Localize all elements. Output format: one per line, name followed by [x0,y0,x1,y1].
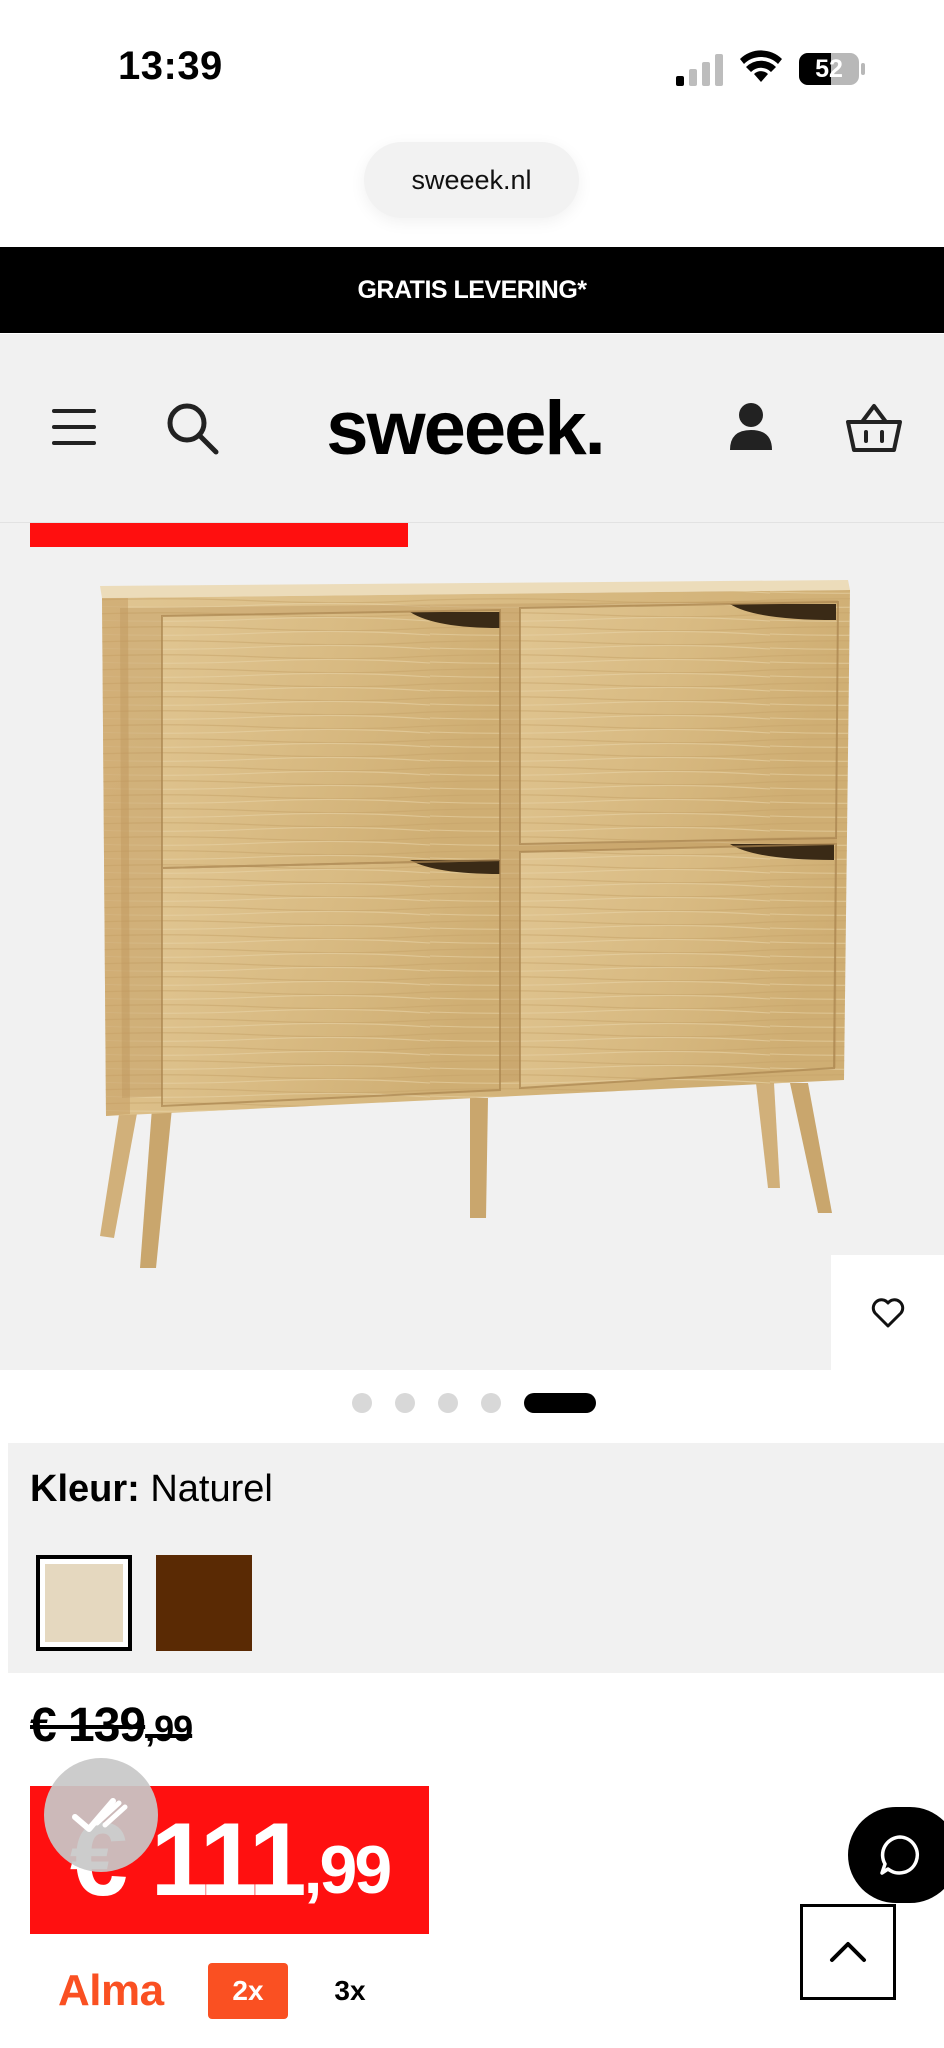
gallery-dot[interactable] [438,1393,458,1413]
price-decimals: ,99 [303,1832,393,1908]
heart-icon [871,1297,904,1327]
cart-icon[interactable] [844,400,904,456]
color-label-title: Kleur: [30,1468,140,1510]
wishlist-button[interactable] [831,1255,944,1370]
promo-text: GRATIS LEVERING* [357,275,587,304]
scroll-to-top-button[interactable] [800,1904,896,2000]
battery-level: 52 [815,54,843,83]
signal-icon [676,54,723,86]
site-logo[interactable]: sweeek. [300,378,630,478]
chat-icon [880,1835,920,1875]
gallery-pagination [352,1390,602,1416]
chevron-up-icon [830,1942,866,1962]
old-price-main: € 139 [30,1699,146,1752]
alma-option-2x[interactable]: 2x [208,1963,288,2019]
address-bar[interactable]: sweeek.nl [364,142,579,218]
promo-strip [30,523,408,547]
status-time: 13:39 [118,44,223,88]
gallery-dot-active[interactable] [524,1393,596,1413]
chat-button[interactable] [848,1807,944,1903]
color-selected-value: Naturel [150,1468,273,1510]
checkmark-icon [72,1798,128,1832]
search-icon[interactable] [164,400,220,456]
color-swatch-brown[interactable] [156,1555,252,1651]
gallery-dot[interactable] [352,1393,372,1413]
color-label: Kleur: Naturel [30,1468,273,1511]
swatch-fill [45,1564,123,1642]
product-image[interactable] [90,568,860,1278]
promo-banner[interactable]: GRATIS LEVERING* [0,247,944,333]
gallery-dot[interactable] [481,1393,501,1413]
gallery-dot[interactable] [395,1393,415,1413]
color-swatch-naturel[interactable] [36,1555,132,1651]
wifi-icon [740,50,782,82]
url-text: sweeek.nl [411,164,532,195]
alma-logo: Alma [58,1966,164,2015]
battery-icon: 52 [798,52,866,86]
old-price: € 139,99 [30,1698,193,1753]
old-price-decimals: ,99 [145,1708,193,1749]
alma-option-3x[interactable]: 3x [310,1963,390,2019]
account-icon[interactable] [728,402,774,452]
menu-icon[interactable] [50,405,100,449]
verified-badge[interactable] [44,1758,158,1872]
